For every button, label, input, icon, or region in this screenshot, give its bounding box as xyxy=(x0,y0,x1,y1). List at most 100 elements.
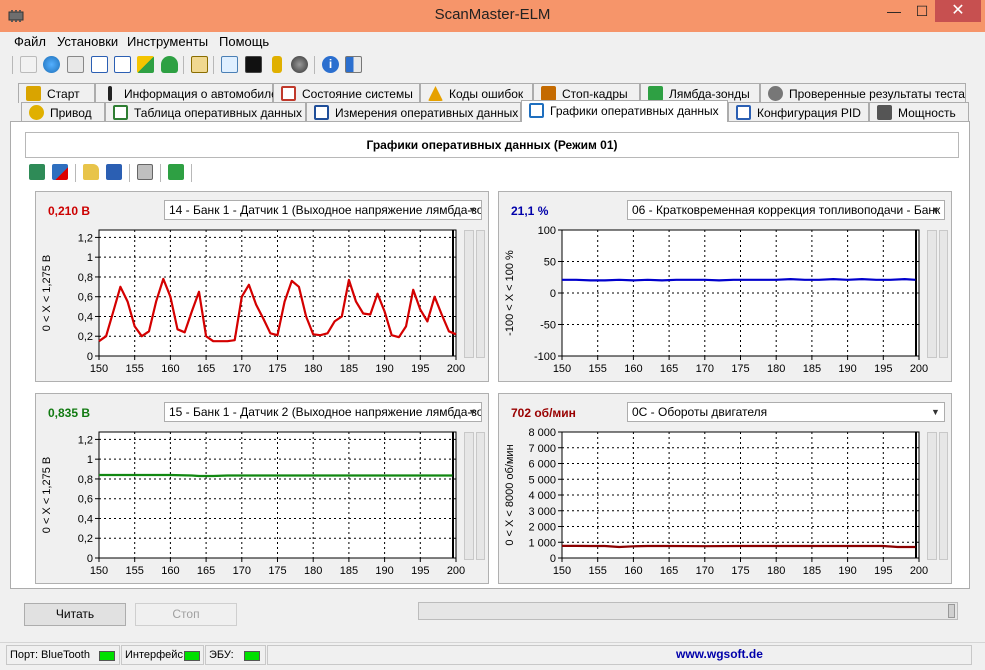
stop-button[interactable]: Стоп xyxy=(135,603,237,626)
x-tick-label: 190 xyxy=(838,565,856,577)
y-tick-label: 5 000 xyxy=(528,474,556,486)
menu-settings[interactable]: Установки xyxy=(57,34,118,49)
x-tick-label: 190 xyxy=(838,363,856,375)
tab-system-status[interactable]: Состояние системы xyxy=(273,83,420,103)
toolbar-separator xyxy=(129,164,130,182)
x-tick-label: 155 xyxy=(126,363,144,375)
maximize-button[interactable]: ☐ xyxy=(908,0,936,22)
open-folder-icon[interactable] xyxy=(83,164,99,180)
chevron-down-icon[interactable]: ▼ xyxy=(464,403,481,421)
clipboard-icon[interactable] xyxy=(191,56,208,73)
y-tick-label: 50 xyxy=(544,257,556,269)
y-tick-label: 1 000 xyxy=(528,537,556,549)
x-tick-label: 175 xyxy=(268,363,286,375)
pid-select[interactable]: 06 - Кратковременная коррекция топливопо… xyxy=(627,200,945,220)
graph-current-value: 0,835 В xyxy=(48,406,91,420)
x-tick-label: 195 xyxy=(411,363,429,375)
search-icon[interactable] xyxy=(221,56,238,73)
tab-live-data-table[interactable]: Таблица оперативных данных xyxy=(105,102,306,122)
tab-test-results[interactable]: Проверенные результаты теста xyxy=(760,83,966,103)
pid-select[interactable]: 15 - Банк 1 - Датчик 2 (Выходное напряже… xyxy=(164,402,482,422)
tab-live-data-graphs[interactable]: Графики оперативных данных xyxy=(521,100,728,122)
y-tick-label: 2 000 xyxy=(528,522,556,534)
graph-scrollbar[interactable] xyxy=(464,432,474,560)
globe-icon[interactable] xyxy=(43,56,60,73)
graph-scrollbar[interactable] xyxy=(939,432,948,560)
tab-live-data-measurements[interactable]: Измерения оперативных данных xyxy=(306,102,521,122)
status-bar: Порт: BlueTooth Интерфейс: ЭБУ: www.wgso… xyxy=(0,642,985,670)
save-icon[interactable] xyxy=(106,164,122,180)
toolbar-separator xyxy=(191,164,192,182)
toolbar-separator xyxy=(160,164,161,182)
speedometer-icon[interactable] xyxy=(291,56,308,73)
menu-tools[interactable]: Инструменты xyxy=(127,34,208,49)
graph-scrollbar[interactable] xyxy=(476,230,485,358)
plot-area xyxy=(562,230,919,356)
y-tick-label: -100 xyxy=(534,351,556,363)
x-tick-label: 180 xyxy=(767,565,785,577)
x-tick-label: 170 xyxy=(233,565,251,577)
y-axis-label: 0 < X < 1,275 В xyxy=(41,457,53,533)
pid-select[interactable]: 14 - Банк 1 - Датчик 1 (Выходное напряже… xyxy=(164,200,482,220)
status-info xyxy=(267,645,972,665)
y-tick-label: 8 000 xyxy=(528,427,556,439)
plot-area xyxy=(562,432,919,558)
puzzle-icon[interactable] xyxy=(137,56,154,73)
x-tick-label: 185 xyxy=(803,363,821,375)
camera-icon xyxy=(541,86,556,101)
add-graph-icon[interactable] xyxy=(29,164,45,180)
pid-select[interactable]: 0C - Обороты двигателя ▼ xyxy=(627,402,945,422)
pid-select-value: 06 - Кратковременная коррекция топливопо… xyxy=(632,203,945,217)
chevron-down-icon[interactable]: ▼ xyxy=(464,201,481,219)
status-port-label: Порт: BlueTooth xyxy=(10,649,90,661)
export-icon[interactable] xyxy=(168,164,184,180)
status-interface: Интерфейс: xyxy=(121,645,204,665)
tab-power[interactable]: Мощность xyxy=(869,102,969,122)
remove-graph-icon[interactable] xyxy=(52,164,68,180)
graph-scrollbar[interactable] xyxy=(939,230,948,358)
chart-icon[interactable] xyxy=(114,56,131,73)
progress-knob[interactable] xyxy=(948,604,955,618)
website-link[interactable]: www.wgsoft.de xyxy=(676,647,763,661)
series-line xyxy=(99,473,453,478)
terminal-icon[interactable] xyxy=(245,56,262,73)
print-icon[interactable] xyxy=(137,164,153,180)
x-tick-label: 200 xyxy=(910,363,928,375)
x-tick-label: 150 xyxy=(553,363,571,375)
x-tick-label: 165 xyxy=(660,363,678,375)
menu-file[interactable]: Файл xyxy=(14,34,46,49)
tab-actuator[interactable]: Привод xyxy=(21,102,105,122)
close-button[interactable]: ✕ xyxy=(935,0,981,22)
toolbar-separator xyxy=(75,164,76,182)
table-icon[interactable] xyxy=(91,56,108,73)
y-tick-label: 1 xyxy=(87,454,93,466)
tab-error-codes[interactable]: Коды ошибок xyxy=(420,83,533,103)
graph-scrollbar[interactable] xyxy=(464,230,474,358)
x-tick-label: 195 xyxy=(411,565,429,577)
graph-plot: 150 155 160 165 170 175 180 185 190 195 200 -100 -50… xyxy=(504,225,928,375)
battery-icon[interactable] xyxy=(272,56,282,73)
menu-help[interactable]: Помощь xyxy=(219,34,269,49)
read-button[interactable]: Читать xyxy=(24,603,126,626)
graph-scrollbar[interactable] xyxy=(927,432,937,560)
x-tick-label: 180 xyxy=(304,565,322,577)
info-icon[interactable]: i xyxy=(322,56,339,73)
table-icon xyxy=(113,105,128,120)
tab-vehicle-info[interactable]: Информация о автомобиле xyxy=(95,83,278,103)
user-icon[interactable] xyxy=(161,56,178,73)
y-tick-label: 1,2 xyxy=(78,232,93,244)
y-tick-label: 0,4 xyxy=(78,311,93,323)
exit-icon[interactable] xyxy=(345,56,362,73)
plug-icon[interactable] xyxy=(20,56,37,73)
graph-current-value: 702 об/мин xyxy=(511,406,576,420)
y-tick-label: 0,6 xyxy=(78,292,93,304)
graph-scrollbar[interactable] xyxy=(476,432,485,560)
chevron-down-icon[interactable]: ▼ xyxy=(927,201,944,219)
diagnostic-icon[interactable] xyxy=(67,56,84,73)
minimize-button[interactable]: — xyxy=(880,0,908,22)
chevron-down-icon[interactable]: ▼ xyxy=(927,403,944,421)
tab-pid-config[interactable]: Конфигурация PID xyxy=(728,102,869,122)
graph-scrollbar[interactable] xyxy=(927,230,937,358)
toolbar-separator xyxy=(183,56,184,74)
tab-start[interactable]: Старт xyxy=(18,83,95,103)
